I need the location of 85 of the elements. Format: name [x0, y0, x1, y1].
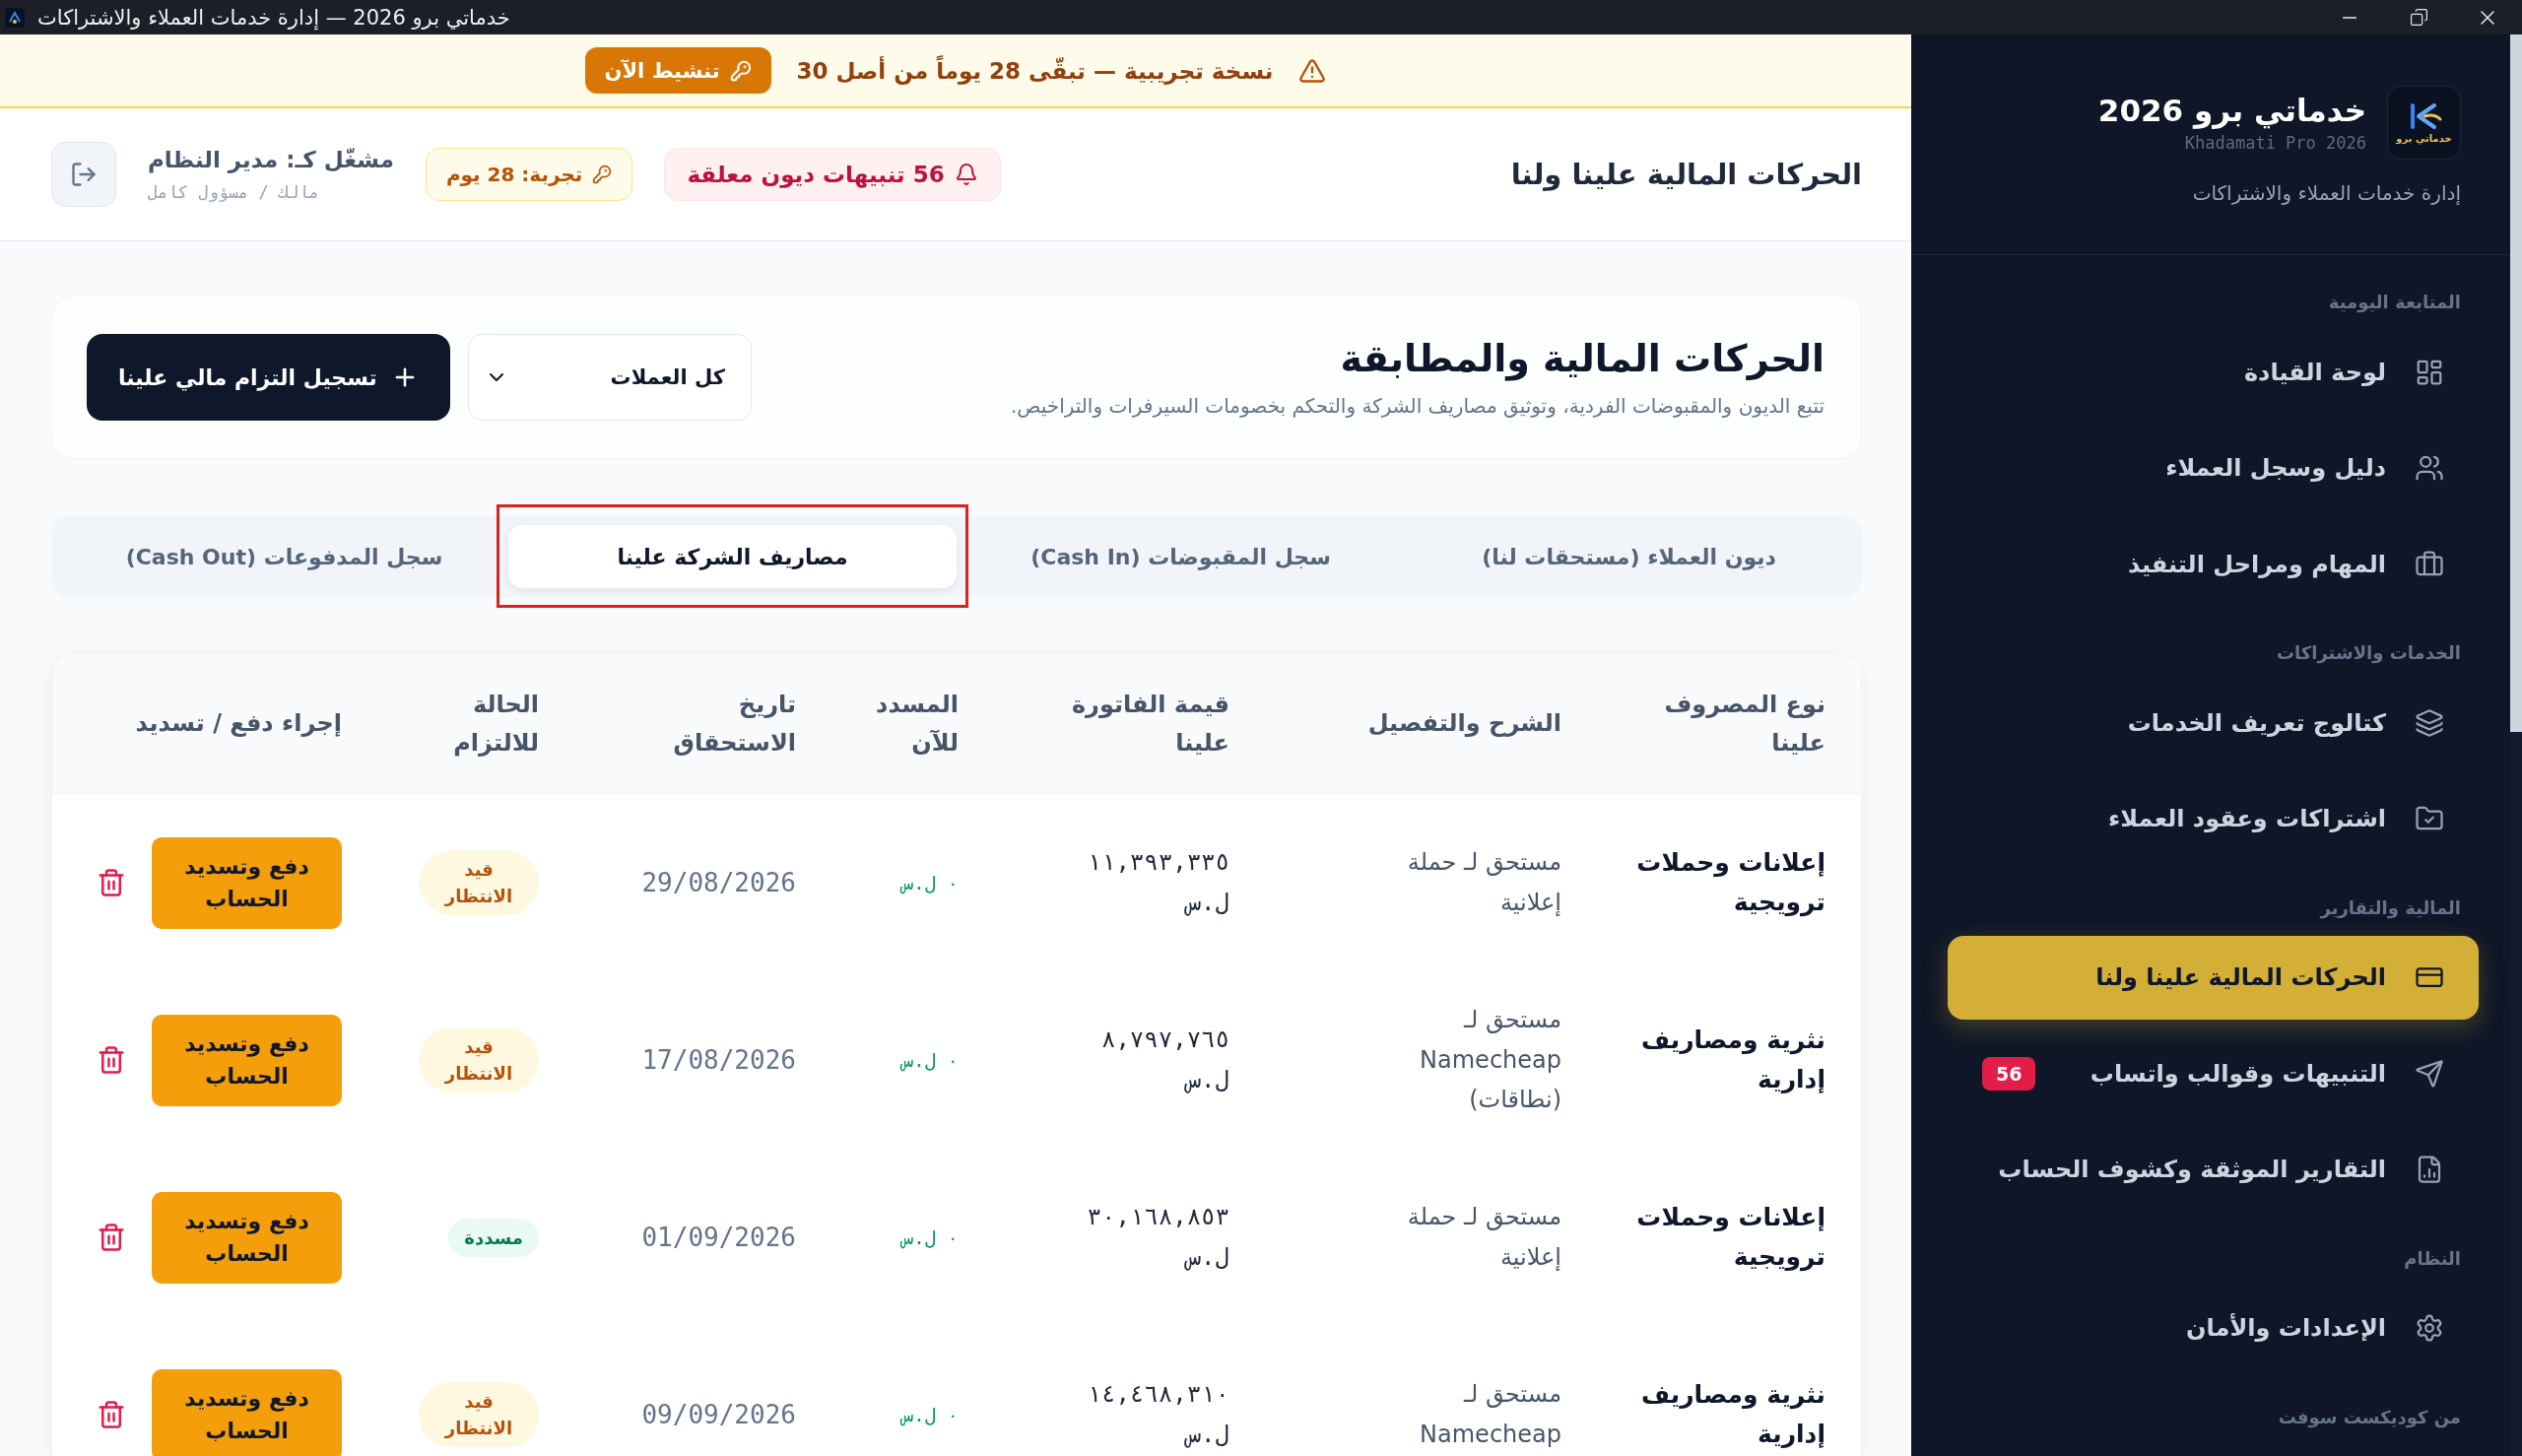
sidebar-section-label: من كوديكست سوفت	[2277, 1405, 2462, 1429]
page-subtitle: تتبع الديون والمقبوضات الفردية، وتوثيق مصاريف الشركة والتحكم بخصومات السيرفرات والتراخيص.	[1010, 394, 1825, 418]
logo-text: خدماتي برو	[2396, 133, 2452, 144]
invoice-amount: ٣٠,١٦٨,٨٥٣ ل.س	[1086, 1202, 1229, 1273]
logout-icon	[70, 161, 98, 188]
sidebar-item[interactable]: الحركات المالية علينا ولنا	[1948, 935, 2479, 1020]
page-title: الحركات المالية والمطابقة	[1340, 337, 1825, 380]
trash-icon[interactable]	[97, 1045, 126, 1075]
paid-amount: ٠ ل.س	[901, 1226, 959, 1248]
app-name: خدماتي برو 2026	[2097, 92, 2366, 130]
expense-type: نثرية ومصاريف إدارية	[1640, 1025, 1825, 1095]
status-pill: قيد الانتظار	[419, 1382, 539, 1447]
sidebar-item[interactable]: التقارير الموثقة وكشوف الحساب	[1948, 1127, 2479, 1212]
description-text: مستحق لـ Namecheap	[1419, 1379, 1561, 1450]
invoice-amount: ١٤,٤٦٨,٣١٠ ل.س	[1086, 1379, 1229, 1450]
paper-plane-icon	[2415, 1058, 2444, 1089]
sidebar-section-label: النظام	[2403, 1246, 2462, 1271]
debt-alerts-pill[interactable]: 56 تنبيهات ديون معلقة	[664, 148, 1001, 201]
sidebar-item[interactable]: المهام ومراحل التنفيذ	[1948, 522, 2479, 606]
sidebar-item[interactable]: اشتراكات وعقود العملاء	[1948, 776, 2479, 861]
invoice-amount: ١١,٣٩٣,٣٣٥ ل.س	[1086, 847, 1229, 918]
user-name: مشغّل كـ: مدير النظام	[148, 147, 394, 172]
currency-select[interactable]: كل العملات	[467, 334, 752, 421]
pay-button[interactable]: دفع وتسديد الحساب	[152, 836, 342, 929]
description-text: مستحق لـ Namecheap (نطاقات)	[1419, 1004, 1561, 1116]
column-header: إجراء دفع / تسديد	[135, 708, 342, 740]
app-tagline: إدارة خدمات العملاء والاشتراكات	[2191, 181, 2461, 205]
app-latin-name: Khadamati Pro 2026	[2184, 133, 2366, 154]
due-date: 01/09/2026	[641, 1223, 796, 1252]
expense-type: نثرية ومصاريف إدارية	[1640, 1379, 1825, 1450]
add-commitment-button[interactable]: تسجيل التزام مالي علينا	[87, 334, 450, 421]
tab[interactable]: مصاريف الشركة علينا	[508, 525, 957, 588]
column-header: الشرح والتفصيل	[1367, 708, 1561, 740]
status-pill: قيد الانتظار	[419, 850, 539, 915]
scrollbar[interactable]	[2510, 34, 2522, 732]
invoice-amount: ٨,٧٩٧,٧٦٥ ل.س	[1099, 1025, 1229, 1095]
pay-button[interactable]: دفع وتسديد الحساب	[152, 1191, 342, 1284]
tab[interactable]: سجل المقبوضات (Cash In)	[957, 525, 1405, 588]
trash-icon[interactable]	[97, 868, 126, 897]
sidebar-section-label: الخدمات والاشتراكات	[2275, 641, 2462, 665]
description-text: مستحق لـ حملة إعلانية	[1406, 1202, 1561, 1273]
expense-type: إعلانات وحملات ترويجية	[1635, 847, 1825, 919]
layers-icon	[2415, 707, 2444, 738]
due-date: 09/09/2026	[641, 1400, 796, 1429]
sidebar-item[interactable]: لوحة القيادة	[1948, 330, 2479, 414]
tab[interactable]: ديون العملاء (مستحقات لنا)	[1405, 525, 1853, 588]
sidebar-item[interactable]: دليل وسجل العملاء	[1948, 426, 2479, 510]
logout-button[interactable]	[51, 142, 116, 207]
key-icon	[592, 165, 613, 184]
pay-button[interactable]: دفع وتسديد الحساب	[152, 1368, 342, 1456]
column-header: المسدد للآن	[875, 690, 959, 759]
tab[interactable]: سجل المدفوعات (Cash Out)	[60, 525, 508, 588]
paid-amount: ٠ ل.س	[901, 872, 959, 893]
column-header: الحالة للالتزام	[452, 690, 539, 759]
bell-icon	[954, 163, 978, 186]
due-date: 17/08/2026	[641, 1045, 796, 1075]
warning-icon	[1298, 56, 1327, 85]
sidebar-item[interactable]: الإعدادات والأمان	[1948, 1286, 2479, 1370]
description-text: مستحق لـ حملة إعلانية	[1406, 847, 1561, 918]
column-header: نوع المصروف علينا	[1663, 690, 1825, 759]
sidebar-item[interactable]: كتالوج تعريف الخدمات	[1948, 681, 2479, 764]
window-title: خدماتي برو 2026 — إدارة خدمات العملاء والاشتراكات	[37, 5, 510, 30]
pay-button[interactable]: دفع وتسديد الحساب	[152, 1014, 342, 1106]
key-icon	[729, 59, 752, 82]
app-icon	[4, 6, 26, 29]
due-date: 29/08/2026	[641, 868, 796, 897]
sidebar-section-label: المالية والتقارير	[2318, 895, 2462, 920]
user-role: مالك / مسؤول كامل	[148, 182, 319, 202]
paid-amount: ٠ ل.س	[901, 1404, 959, 1425]
trash-icon[interactable]	[97, 1400, 126, 1429]
status-pill: قيد الانتظار	[419, 1027, 539, 1092]
column-header: تاريخ الاستحقاق	[672, 690, 796, 759]
paid-amount: ٠ ل.س	[901, 1049, 959, 1071]
settings-icon	[2415, 1313, 2444, 1343]
sidebar-section-label: المتابعة اليومية	[2327, 291, 2462, 314]
trial-message: نسخة تجريبية — تبقّى 28 يوماً من أصل 30	[796, 57, 1274, 84]
restore-icon[interactable]	[2409, 8, 2428, 27]
count-badge: 56	[1982, 1056, 2036, 1091]
trial-days: تجربة: 28 يوم	[445, 163, 583, 186]
header-title: الحركات المالية علينا ولنا	[1510, 158, 1862, 191]
trash-icon[interactable]	[97, 1223, 126, 1252]
users-icon	[2415, 453, 2444, 483]
expense-type: إعلانات وحملات ترويجية	[1635, 1202, 1825, 1274]
column-header: قيمة الفاتورة علينا	[1070, 690, 1229, 759]
status-pill: مسددة	[448, 1218, 539, 1257]
